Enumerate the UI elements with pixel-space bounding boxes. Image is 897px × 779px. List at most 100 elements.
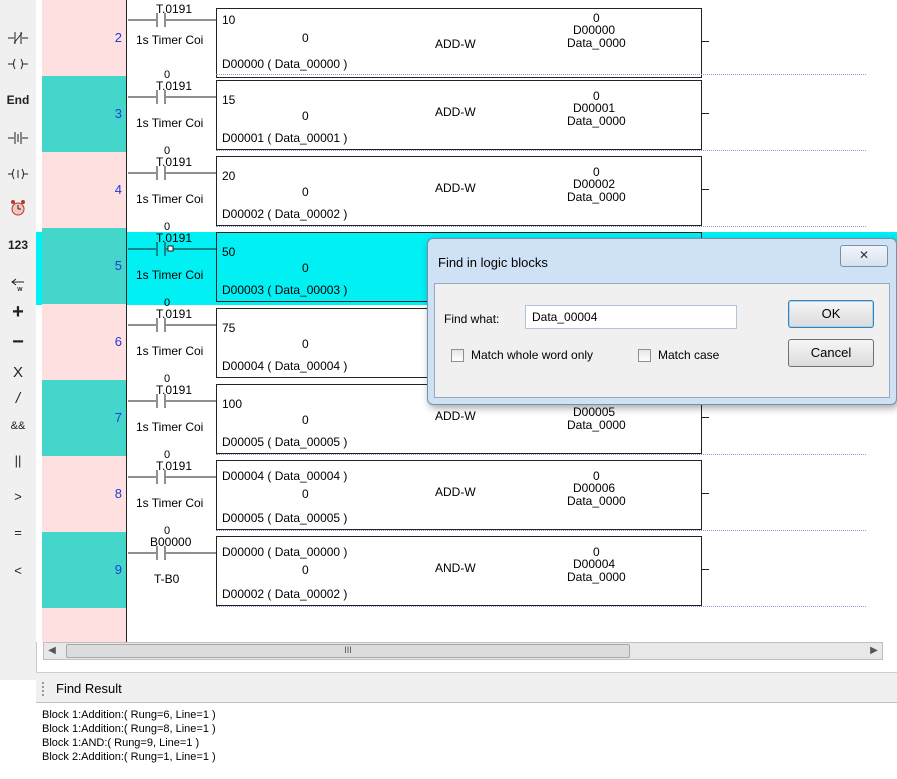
output-register: D00006 xyxy=(573,481,616,495)
block-input-2: D00001 ( Data_00001 ) xyxy=(222,131,348,145)
block-value: 0 xyxy=(302,413,309,427)
positive-transition-icon[interactable] xyxy=(2,126,34,150)
timer-icon[interactable] xyxy=(2,196,34,220)
rung-gutter[interactable]: 7 xyxy=(42,380,126,457)
block-input-2: D00003 ( Data_00003 ) xyxy=(222,283,348,297)
output-label: Data_0000 xyxy=(567,190,626,204)
and-instruction[interactable]: && xyxy=(2,414,34,438)
block-input-1: 20 xyxy=(222,169,236,183)
find-result-item[interactable]: Block 2:Addition:( Rung=1, Line=1 ) xyxy=(42,751,216,763)
coil-icon[interactable] xyxy=(2,52,34,76)
output-wire xyxy=(701,41,709,42)
scroll-right-icon[interactable]: ▶ xyxy=(866,643,882,659)
equal-instruction[interactable]: = xyxy=(2,520,34,544)
block-input-1: 50 xyxy=(222,245,236,259)
rung-gutter[interactable]: 6 xyxy=(42,304,126,381)
function-block[interactable]: 10 0 D00000 ( Data_00000 ) ADD-W 0 D0000… xyxy=(216,8,709,78)
find-result-list[interactable]: Block 1:Addition:( Rung=6, Line=1 ) Bloc… xyxy=(36,702,897,779)
find-dialog: Find in logic blocks ✕ Find what: Match … xyxy=(427,238,897,405)
set-coil-icon[interactable] xyxy=(2,162,34,186)
block-input-1: D00000 ( Data_00000 ) xyxy=(222,545,348,559)
contact[interactable]: 0 T.0191 1s Timer Coi xyxy=(128,69,216,147)
block-value: 0 xyxy=(302,31,309,45)
contact-comment: 1s Timer Coi xyxy=(136,496,204,510)
rung-number: 3 xyxy=(114,106,122,121)
grid-dots xyxy=(216,454,866,456)
constant-number[interactable]: 123 xyxy=(2,233,34,257)
ok-button[interactable]: OK xyxy=(788,300,874,328)
output-label: Data_0000 xyxy=(567,114,626,128)
block-input-2: D00002 ( Data_00002 ) xyxy=(222,207,348,221)
contact-comment: 1s Timer Coi xyxy=(136,268,204,282)
match-case-checkbox[interactable] xyxy=(638,349,651,362)
function-block[interactable]: D00000 ( Data_00000 ) 0 D00002 ( Data_00… xyxy=(216,536,709,606)
find-result-item[interactable]: Block 1:AND:( Rung=9, Line=1 ) xyxy=(42,737,199,749)
function-block[interactable]: 15 0 D00001 ( Data_00001 ) ADD-W 0 D0000… xyxy=(216,80,709,150)
contact[interactable]: 0 T.0191 1s Timer Coi xyxy=(128,297,216,375)
function-block[interactable]: 20 0 D00002 ( Data_00002 ) ADD-W 0 D0000… xyxy=(216,156,709,226)
subtract-instruction[interactable]: − xyxy=(2,330,34,354)
block-operation: ADD-W xyxy=(435,409,476,423)
rung-gutter[interactable]: 2 xyxy=(42,0,126,77)
rung-number: 8 xyxy=(114,486,122,501)
rung-number: 2 xyxy=(114,30,122,45)
block-input-2: D00002 ( Data_00002 ) xyxy=(222,587,348,601)
contact[interactable]: 0 T.0191 1s Timer Coi xyxy=(128,145,216,223)
rung-gutter[interactable]: 5 xyxy=(42,228,126,305)
find-result-title: Find Result xyxy=(56,681,122,696)
scroll-thumb[interactable]: III xyxy=(66,644,630,658)
grid-dots xyxy=(216,150,866,152)
scroll-left-icon[interactable]: ◀ xyxy=(44,643,60,659)
block-value: 0 xyxy=(302,261,309,275)
rung-gutter[interactable]: 9 xyxy=(42,532,126,609)
left-power-rail xyxy=(126,0,127,642)
block-input-1: D00004 ( Data_00004 ) xyxy=(222,469,348,483)
rung-gutter[interactable]: 4 xyxy=(42,152,126,229)
output-wire xyxy=(701,113,709,114)
contact-comment: 1s Timer Coi xyxy=(136,116,204,130)
rung-number: 9 xyxy=(114,562,122,577)
rung-gutter[interactable]: 8 xyxy=(42,456,126,533)
contact[interactable]: 0 T.0191 1s Timer Coi xyxy=(128,221,216,299)
rung-gutter[interactable] xyxy=(42,608,126,642)
find-result-item[interactable]: Block 1:Addition:( Rung=6, Line=1 ) xyxy=(42,709,216,721)
output-label: Data_0000 xyxy=(567,418,626,432)
contact[interactable]: 0 T.0191 1s Timer Coi xyxy=(128,373,216,451)
output-label: Data_0000 xyxy=(567,494,626,508)
or-instruction[interactable]: || xyxy=(2,448,34,472)
divide-instruction[interactable]: / xyxy=(2,386,34,410)
match-whole-word-checkbox[interactable] xyxy=(451,349,464,362)
output-register: D00005 xyxy=(573,405,616,419)
cancel-button[interactable]: Cancel xyxy=(788,339,874,367)
find-result-item[interactable]: Block 1:Addition:( Rung=8, Line=1 ) xyxy=(42,723,216,735)
contact[interactable]: T.0191 1s Timer Coi xyxy=(128,0,216,70)
dialog-title: Find in logic blocks xyxy=(438,255,548,270)
output-wire xyxy=(701,189,709,190)
end-instruction[interactable]: End xyxy=(2,88,34,112)
panel-grip-icon[interactable] xyxy=(42,682,47,696)
multiply-instruction[interactable]: X xyxy=(2,360,34,384)
nc-contact-icon[interactable] xyxy=(2,26,34,50)
grid-dots xyxy=(216,530,866,532)
close-button[interactable]: ✕ xyxy=(840,245,888,267)
less-than-instruction[interactable]: < xyxy=(2,558,34,582)
contact[interactable]: 0 T.0191 1s Timer Coi xyxy=(128,449,216,527)
rung-gutter[interactable]: 3 xyxy=(42,76,126,153)
greater-than-instruction[interactable]: > xyxy=(2,484,34,508)
block-operation: ADD-W xyxy=(435,485,476,499)
horizontal-scrollbar[interactable]: ◀ III ▶ xyxy=(43,642,883,660)
block-value: 0 xyxy=(302,185,309,199)
find-what-input[interactable] xyxy=(525,305,737,329)
add-instruction[interactable]: + xyxy=(2,300,34,324)
move-word-icon[interactable]: w xyxy=(2,272,34,296)
contact[interactable]: 0 B00000 T-B0 xyxy=(128,525,216,603)
block-input-1: 100 xyxy=(222,397,243,411)
function-block[interactable]: D00004 ( Data_00004 ) 0 D00005 ( Data_00… xyxy=(216,460,709,530)
rung-number: 5 xyxy=(114,258,122,273)
find-result-header: Find Result xyxy=(36,672,897,703)
rung-number: 4 xyxy=(114,182,122,197)
output-wire xyxy=(701,417,709,418)
block-value: 0 xyxy=(302,109,309,123)
grid-dots xyxy=(216,226,866,228)
block-value: 0 xyxy=(302,563,309,577)
